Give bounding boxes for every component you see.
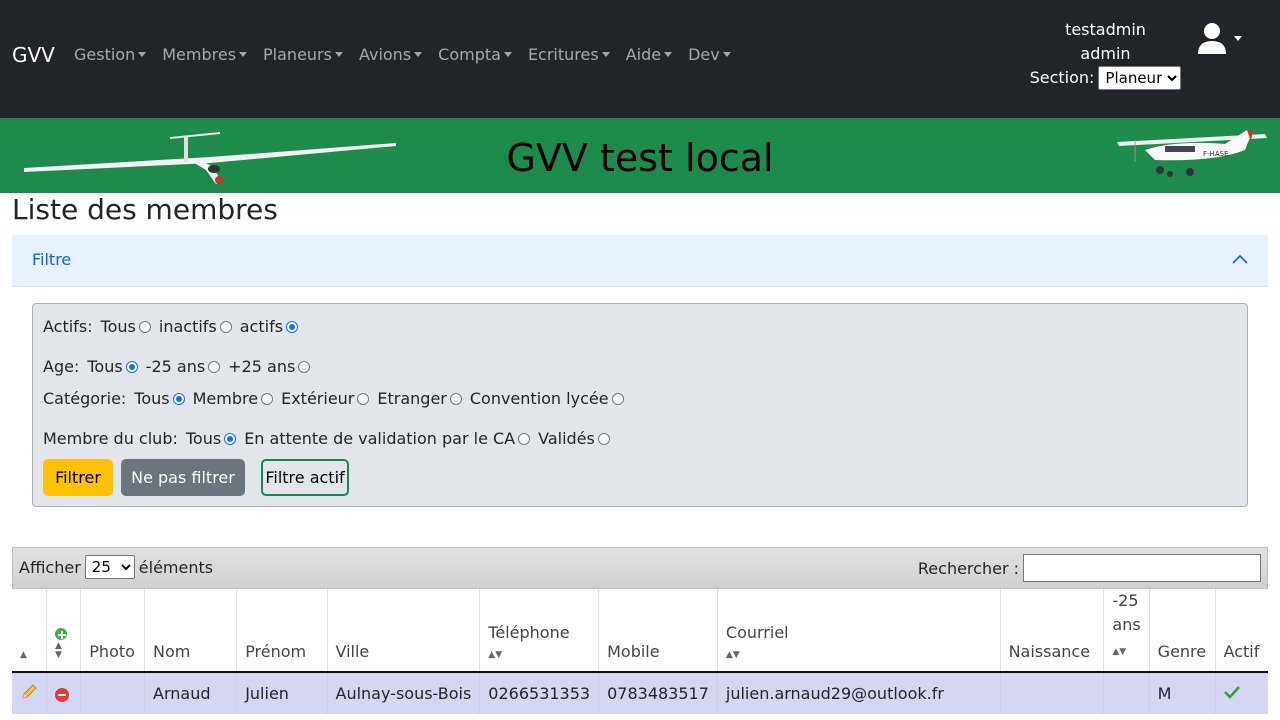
active-filter-button[interactable]: Filtre actif xyxy=(261,459,349,496)
actifs-label: Actifs: xyxy=(43,317,93,336)
edit-cell[interactable] xyxy=(12,672,47,714)
show-label: Afficher xyxy=(19,557,81,577)
sort-icon: ▲▼ xyxy=(488,650,503,660)
menu-membres[interactable]: Membres xyxy=(162,45,248,64)
navbar: GVV Gestion Membres Planeurs Avions Comp… xyxy=(0,0,1280,118)
chevron-up-icon[interactable] xyxy=(1232,252,1248,268)
cell-genre: M xyxy=(1148,672,1216,714)
membre-club-attente[interactable]: En attente de validation par le CA xyxy=(244,429,531,448)
filter-age: Age: Tous -25 ans +25 ans xyxy=(43,357,318,376)
col-edit[interactable]: ▲ xyxy=(12,589,47,673)
sort-icon: ▲▼ xyxy=(1112,647,1127,657)
elements-label: éléments xyxy=(138,557,214,577)
no-filter-button[interactable]: Ne pas filtrer xyxy=(121,459,245,496)
section-label: Section: xyxy=(1029,68,1095,87)
age-label: Age: xyxy=(43,357,80,376)
col-actions[interactable]: ▲ ▼ xyxy=(45,589,81,673)
members-table: ▲ ▲ ▼ Photo Nom Prénom Ville Téléphone ▲▼ … xyxy=(12,589,1268,714)
plane-registration: F-HASE xyxy=(1203,150,1228,158)
search-label: Rechercher : xyxy=(917,558,1019,578)
categorie-exterieur[interactable]: Extérieur xyxy=(281,389,370,408)
age-tous[interactable]: Tous xyxy=(87,357,138,376)
section-select[interactable]: Planeur xyxy=(1098,66,1182,90)
filter-membre-club: Membre du club: Tous En attente de valid… xyxy=(43,429,618,448)
table-controls: Afficher 25 éléments Rechercher : xyxy=(12,547,1268,589)
filter-accordion-header[interactable]: Filtre xyxy=(12,235,1268,287)
search-input[interactable] xyxy=(1023,554,1261,582)
menu-dev[interactable]: Dev xyxy=(688,45,731,64)
menu-ecritures[interactable]: Ecritures xyxy=(528,45,610,64)
age-plus25[interactable]: +25 ans xyxy=(228,357,311,376)
page-length-select[interactable]: 25 xyxy=(84,555,135,579)
col-courriel[interactable]: Courriel ▲▼ xyxy=(716,589,1001,673)
menu-aide[interactable]: Aide xyxy=(626,45,673,64)
cell-courriel[interactable]: julien.arnaud29@outlook.fr xyxy=(716,672,1001,714)
checkmark-icon xyxy=(1223,686,1240,699)
page-title: Liste des membres xyxy=(12,193,278,226)
add-member-icon[interactable] xyxy=(55,627,67,640)
main-menu: Gestion Membres Planeurs Avions Compta E… xyxy=(74,45,747,64)
col-photo[interactable]: Photo xyxy=(80,589,145,673)
actifs-actifs[interactable]: actifs xyxy=(240,317,299,336)
user-info: testadmin admin Section: Planeur xyxy=(1028,18,1183,90)
filter-categorie: Catégorie: Tous Membre Extérieur Etrange… xyxy=(43,389,632,408)
filter-button[interactable]: Filtrer xyxy=(43,459,113,496)
sort-icon: ▲▼ xyxy=(55,641,62,660)
col-naissance[interactable]: Naissance xyxy=(999,589,1104,673)
categorie-convention[interactable]: Convention lycée xyxy=(470,389,624,408)
col-telephone[interactable]: Téléphone ▲▼ xyxy=(479,589,599,673)
edit-pencil-icon[interactable] xyxy=(20,683,38,701)
user-avatar-icon[interactable] xyxy=(1196,20,1246,60)
filter-actifs: Actifs: Tous inactifs actifs xyxy=(43,317,306,336)
cell-nom: Arnaud xyxy=(144,672,237,714)
airplane-image: F-HASE xyxy=(1117,130,1267,177)
sort-icon: ▲▼ xyxy=(725,650,740,660)
page-length: Afficher 25 éléments xyxy=(19,555,213,579)
sort-asc-icon: ▲ xyxy=(20,650,27,660)
cell-ville: Aulnay-sous-Bois xyxy=(326,672,480,714)
menu-avions[interactable]: Avions xyxy=(359,45,423,64)
categorie-etranger[interactable]: Etranger xyxy=(377,389,462,408)
filter-panel: Actifs: Tous inactifs actifs Age: Tous -… xyxy=(32,303,1248,507)
cell-moins25 xyxy=(1103,672,1150,714)
col-ville[interactable]: Ville xyxy=(326,589,480,673)
banner-title: GVV test local xyxy=(506,136,774,180)
brand[interactable]: GVV xyxy=(12,43,55,67)
cell-prenom: Julien xyxy=(236,672,327,714)
menu-planeurs[interactable]: Planeurs xyxy=(263,45,343,64)
membre-club-valides[interactable]: Validés xyxy=(538,429,610,448)
table-search: Rechercher : xyxy=(918,554,1261,582)
categorie-membre[interactable]: Membre xyxy=(193,389,274,408)
table-row[interactable]: Arnaud Julien Aulnay-sous-Bois 026653135… xyxy=(12,672,1268,714)
table-header-row: ▲ ▲ ▼ Photo Nom Prénom Ville Téléphone ▲▼ … xyxy=(12,589,1268,673)
user-role: admin xyxy=(1080,44,1131,63)
cell-actif xyxy=(1214,672,1268,714)
menu-compta[interactable]: Compta xyxy=(438,45,512,64)
membre-club-tous[interactable]: Tous xyxy=(186,429,237,448)
actifs-tous[interactable]: Tous xyxy=(101,317,151,336)
delete-cell[interactable] xyxy=(45,672,81,714)
age-moins25[interactable]: -25 ans xyxy=(146,357,221,376)
cell-naissance xyxy=(999,672,1104,714)
col-moins25[interactable]: -25 ans ▲▼ xyxy=(1103,589,1150,673)
col-nom[interactable]: Nom xyxy=(144,589,237,673)
filter-header-label: Filtre xyxy=(32,250,72,269)
photo-cell xyxy=(80,672,145,714)
col-genre[interactable]: Genre xyxy=(1148,589,1216,673)
categorie-tous[interactable]: Tous xyxy=(134,389,185,408)
delete-icon[interactable] xyxy=(55,687,69,702)
user-name: testadmin xyxy=(1065,20,1146,39)
col-prenom[interactable]: Prénom xyxy=(236,589,327,673)
menu-gestion[interactable]: Gestion xyxy=(74,45,147,64)
cell-mobile: 0783483517 xyxy=(598,672,718,714)
site-banner: GVV test local F-HASE xyxy=(0,118,1280,193)
cell-telephone: 0266531353 xyxy=(479,672,599,714)
actifs-inactifs[interactable]: inactifs xyxy=(159,317,232,336)
membre-club-label: Membre du club: xyxy=(43,429,178,448)
categorie-label: Catégorie: xyxy=(43,389,127,408)
col-mobile[interactable]: Mobile xyxy=(598,589,718,673)
col-actif[interactable]: Actif xyxy=(1214,589,1268,673)
